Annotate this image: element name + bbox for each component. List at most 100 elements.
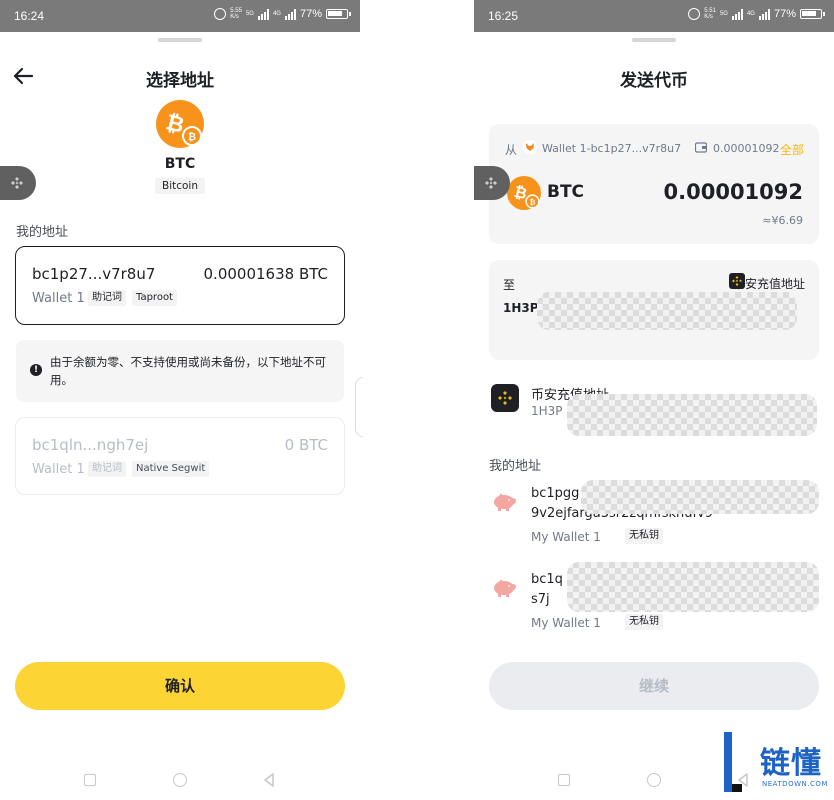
signal-icon-2	[284, 8, 296, 20]
address-tag-mnemonic: 助记词	[88, 461, 126, 477]
signal-label-5g: 5G	[245, 11, 254, 17]
address-wallet: Wallet 1	[32, 291, 85, 306]
signal-icon	[731, 8, 743, 20]
status-bar: 16:25 5.51 K/s 5G 4G 77%	[474, 0, 834, 32]
address-balance: 0.00001638 BTC	[203, 265, 328, 283]
binance-icon	[11, 177, 23, 189]
signal-label-4g: 4G	[746, 11, 755, 17]
pig-icon	[494, 579, 516, 597]
battery-icon	[800, 9, 825, 19]
system-navbar	[0, 770, 360, 792]
my-address-row[interactable]: bc1pgg 9v2ejfarga3sr2zqmfskhufv9 My Wall…	[489, 480, 819, 546]
battery-percent: 77%	[773, 8, 796, 20]
address-text: bc1p27...v7r8u7	[32, 265, 156, 283]
battery-icon	[326, 9, 351, 19]
from-wallet: Wallet 1-bc1p27...v7r8u7	[542, 142, 682, 155]
net-speed: 5.55 K/s	[230, 8, 242, 20]
address-option-selected[interactable]: bc1p27...v7r8u7 0.00001638 BTC Wallet 1 …	[15, 246, 345, 325]
binance-deposit-badge: 币安充值地址	[732, 277, 805, 291]
my-address-tag: 无私钥	[625, 614, 663, 630]
redacted-area	[537, 292, 797, 330]
net-speed-unit: K/s	[704, 14, 713, 20]
alarm-icon	[688, 8, 701, 20]
watermark-logo-icon	[724, 732, 742, 792]
address-balance: 0 BTC	[284, 436, 328, 454]
edge-handle[interactable]	[355, 377, 363, 437]
address-tag-type: Taproot	[132, 290, 177, 306]
binance-icon	[485, 177, 497, 189]
signal-label-5g: 5G	[719, 11, 728, 17]
coin-symbol: BTC	[164, 156, 196, 172]
alarm-icon	[214, 8, 227, 20]
my-address-wallet: My Wallet 1	[531, 530, 601, 544]
floating-side-tab[interactable]	[0, 166, 36, 200]
address-tag-type: Native Segwit	[132, 461, 210, 477]
watermark-sub: NEATDOWN.COM	[762, 780, 828, 788]
notice-text: 由于余额为零、不支持使用或尚未备份，以下地址不可用。	[50, 355, 326, 387]
to-label: 至	[503, 278, 516, 292]
wallet-icon	[695, 142, 707, 153]
bitcoin-icon: ₿ ₿	[507, 176, 541, 210]
send-coin-symbol[interactable]: BTC	[547, 182, 584, 202]
coin-network-chip: Bitcoin	[155, 178, 205, 194]
address-tag-mnemonic: 助记词	[88, 290, 126, 306]
signal-icon	[257, 8, 269, 20]
address-text: bc1qln...ngh7ej	[32, 436, 149, 454]
unavailable-notice: ! 由于余额为零、不支持使用或尚未备份，以下地址不可用。	[16, 340, 344, 402]
send-fiat-value: ≈¥6.69	[762, 214, 803, 227]
my-address-line1: bc1pgg	[531, 486, 580, 501]
fox-icon	[523, 140, 537, 154]
bitcoin-icon: ₿ ₿	[156, 100, 204, 148]
redacted-area	[567, 562, 819, 612]
send-amount-card: 从 Wallet 1-bc1p27...v7r8u7 0.00001092 全部…	[489, 124, 819, 244]
recents-icon[interactable]	[558, 774, 570, 786]
confirm-button[interactable]: 确认	[15, 662, 345, 710]
sheet-handle[interactable]	[632, 38, 676, 42]
send-amount-input[interactable]: 0.00001092	[664, 180, 803, 204]
status-time: 16:25	[488, 9, 519, 23]
page-title: 选择地址	[146, 71, 214, 91]
address-wallet: Wallet 1	[32, 462, 85, 477]
my-address-row[interactable]: bc1q s7j My Wallet 1 无私钥	[489, 562, 819, 632]
binance-icon	[491, 384, 519, 412]
address-option-disabled: bc1qln...ngh7ej 0 BTC Wallet 1 助记词 Nativ…	[15, 417, 345, 495]
net-speed: 5.51 K/s	[704, 8, 716, 20]
my-address-line1: bc1q	[531, 572, 563, 587]
floating-side-tab[interactable]	[474, 166, 510, 200]
svg-text:₿: ₿	[188, 131, 196, 143]
signal-label-4g: 4G	[272, 11, 281, 17]
status-time: 16:24	[14, 9, 45, 23]
redacted-area	[567, 394, 817, 436]
page-title: 发送代币	[620, 71, 688, 91]
recipient-card[interactable]: 至 币安充值地址 1H3P	[489, 260, 819, 360]
bottom-sheet: 选择地址 ₿ ₿ BTC Bitcoin 我的地址 bc1p27...v7r8u…	[0, 32, 360, 800]
max-all-button[interactable]: 全部	[780, 141, 804, 158]
my-addresses-label: 我的地址	[489, 459, 542, 474]
from-label: 从	[505, 143, 518, 157]
from-balance: 0.00001092	[713, 142, 780, 155]
signal-icon-2	[758, 8, 770, 20]
pig-icon	[494, 493, 516, 511]
continue-button[interactable]: 继续	[489, 662, 819, 710]
select-address-screen: 16:24 5.55 K/s 5G 4G 77% 选择地址 ₿ ₿ BTC Bit…	[0, 0, 360, 800]
status-bar: 16:24 5.55 K/s 5G 4G 77%	[0, 0, 360, 32]
sheet-handle[interactable]	[158, 38, 202, 42]
bottom-sheet: 发送代币 从 Wallet 1-bc1p27...v7r8u7 0.000010…	[474, 32, 834, 800]
contact-address: 1H3P	[531, 404, 563, 418]
system-back-icon[interactable]	[262, 773, 276, 787]
home-icon[interactable]	[173, 773, 187, 787]
info-icon: !	[30, 364, 42, 376]
watermark: 链懂 NEATDOWN.COM	[714, 730, 834, 800]
svg-text:₿: ₿	[530, 197, 536, 206]
recipient-address: 1H3P	[503, 301, 539, 315]
home-icon[interactable]	[647, 773, 661, 787]
watermark-text: 链懂	[760, 746, 822, 781]
battery-percent: 77%	[299, 8, 322, 20]
my-address-tag: 无私钥	[625, 528, 663, 544]
redacted-area	[581, 480, 819, 514]
recents-icon[interactable]	[84, 774, 96, 786]
my-address-line2: s7j	[531, 592, 550, 607]
binance-contact-row[interactable]: 币安充值地址 1H3P	[489, 384, 819, 436]
net-speed-unit: K/s	[230, 14, 239, 20]
my-address-wallet: My Wallet 1	[531, 616, 601, 630]
